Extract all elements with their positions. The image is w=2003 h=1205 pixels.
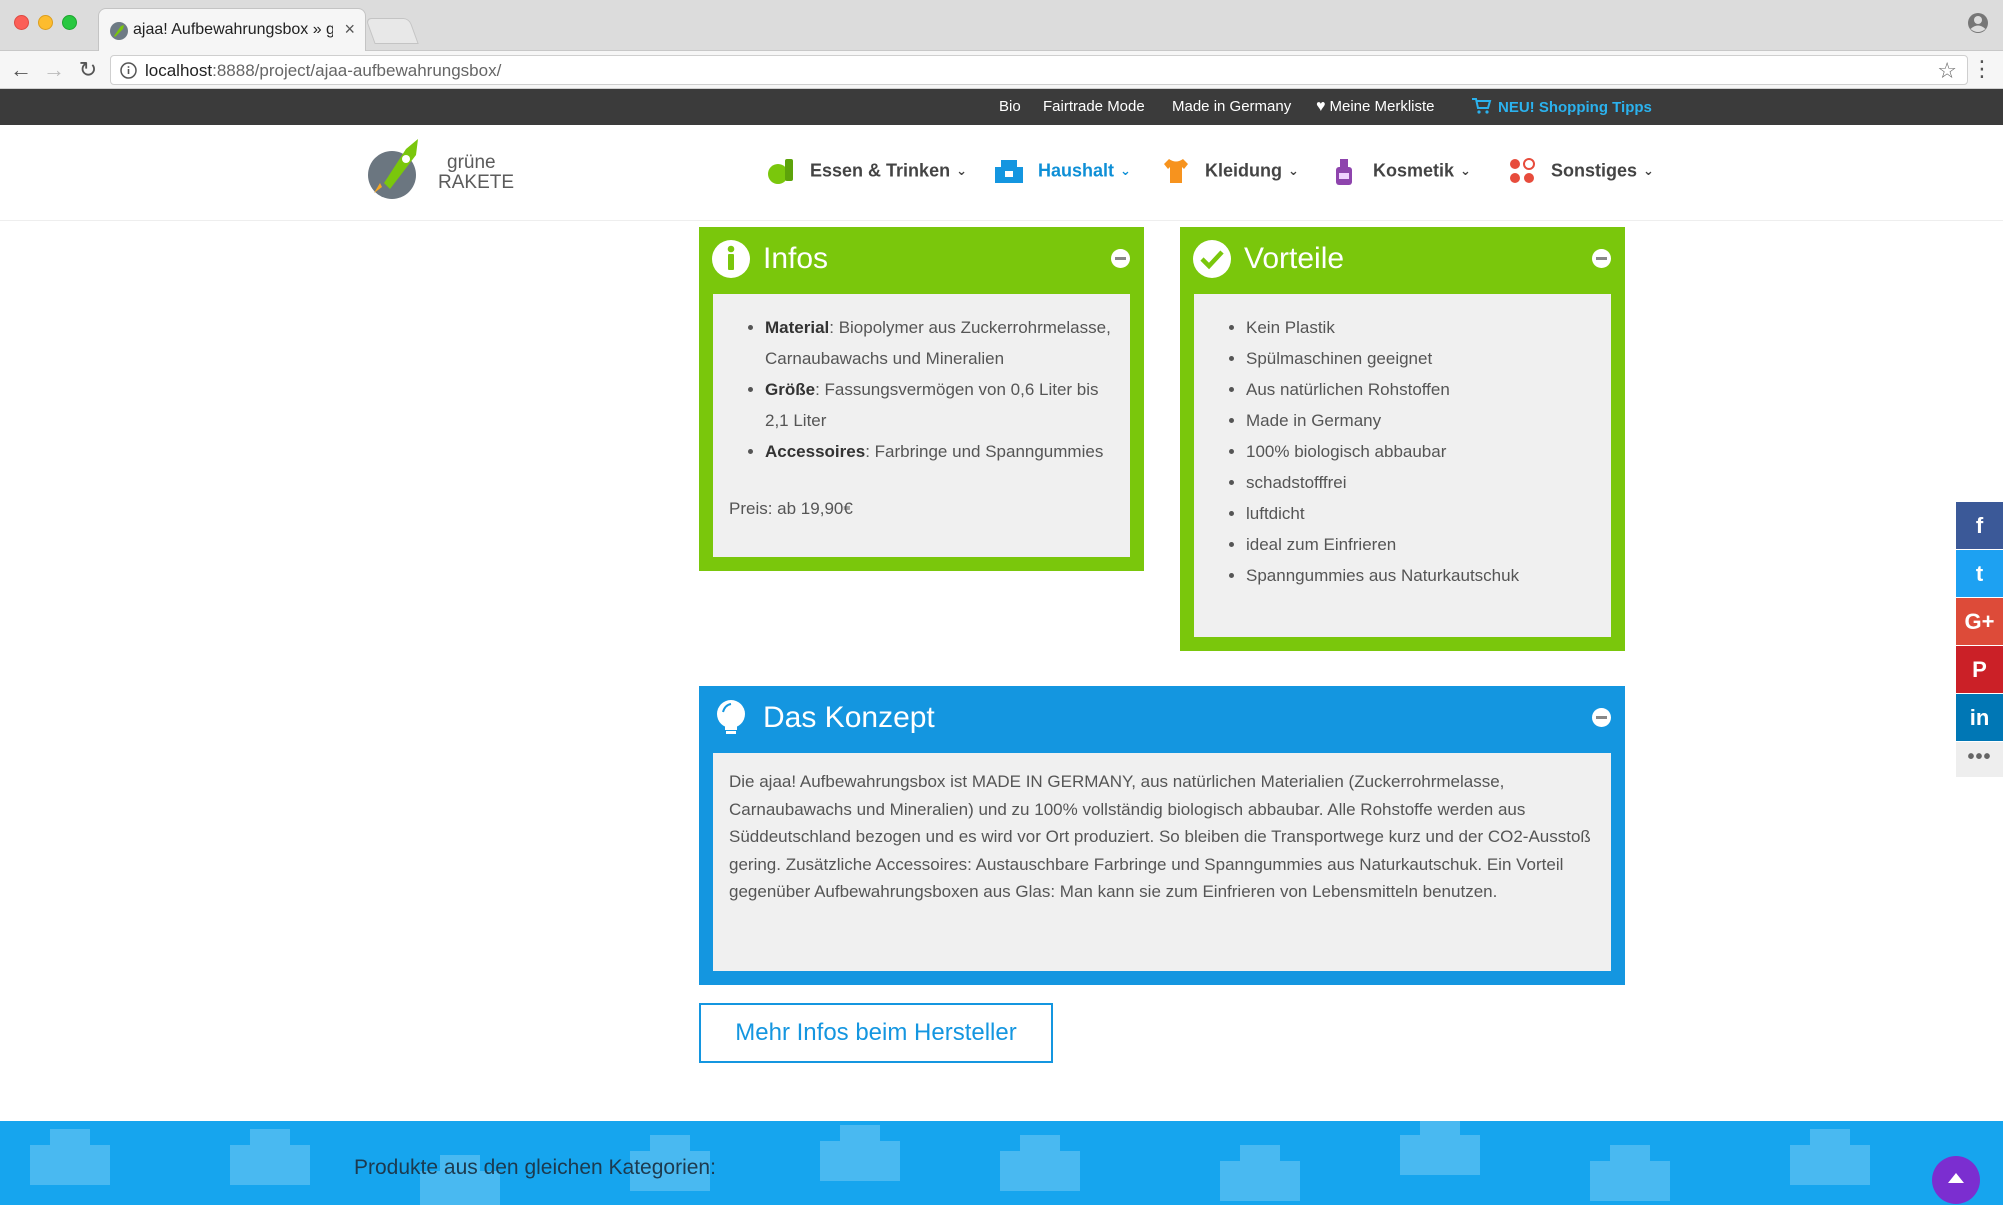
nav-item-kosmetik[interactable]: Kosmetik ⌄ bbox=[1328, 155, 1471, 189]
forward-arrow-icon[interactable]: → bbox=[42, 58, 66, 82]
konzept-title: Das Konzept bbox=[763, 701, 935, 734]
house-pattern-icon bbox=[230, 1129, 310, 1185]
info-icon bbox=[712, 240, 750, 278]
rocket-logo-icon bbox=[368, 139, 418, 199]
logo[interactable]: grüne RAKETE bbox=[366, 131, 514, 203]
chevron-down-icon: ⌄ bbox=[1643, 163, 1654, 178]
mehr-infos-button[interactable]: Mehr Infos beim Hersteller bbox=[699, 1003, 1053, 1063]
back-arrow-icon[interactable]: ← bbox=[9, 58, 33, 82]
list-item: Aus natürlichen Rohstoffen bbox=[1246, 374, 1595, 405]
pinterest-icon[interactable]: P bbox=[1956, 646, 2003, 693]
nav-item-kleidung[interactable]: Kleidung ⌄ bbox=[1160, 155, 1299, 189]
lightbulb-icon bbox=[717, 700, 745, 734]
site-topbar: Bio Fairtrade Mode Made in Germany ♥ Mein… bbox=[0, 89, 2003, 125]
price-text: Preis: ab 19,90€ bbox=[729, 499, 853, 518]
topbar-link-merkliste[interactable]: ♥ Meine Merkliste bbox=[1316, 98, 1435, 116]
house-pattern-icon bbox=[1590, 1145, 1670, 1201]
logo-text: grüne RAKETE bbox=[438, 152, 515, 193]
social-share-bar: f t G+ P in ••• bbox=[1956, 502, 2003, 778]
profile-icon[interactable] bbox=[1967, 12, 1989, 34]
list-item: 100% biologisch abbaubar bbox=[1246, 436, 1595, 467]
apple-icon bbox=[768, 159, 793, 184]
chevron-down-icon: ⌄ bbox=[1288, 163, 1299, 178]
list-item: schadstofffrei bbox=[1246, 467, 1595, 498]
window-close-button[interactable] bbox=[14, 15, 29, 30]
related-products-band: Produkte aus den gleichen Kategorien: bbox=[0, 1121, 2003, 1205]
checkmark-icon bbox=[1193, 240, 1231, 278]
address-bar[interactable]: localhost:8888/project/ajaa-aufbewahrung… bbox=[110, 55, 1968, 85]
collapse-icon[interactable] bbox=[1111, 249, 1130, 268]
topbar-link-shopping-tipps[interactable]: NEU! Shopping Tipps bbox=[1472, 98, 1652, 116]
tab-close-icon[interactable]: × bbox=[344, 19, 355, 40]
house-pattern-icon bbox=[30, 1129, 110, 1185]
facebook-icon[interactable]: f bbox=[1956, 502, 2003, 549]
more-share-icon[interactable]: ••• bbox=[1956, 742, 2003, 777]
chevron-down-icon: ⌄ bbox=[1120, 163, 1131, 178]
shirt-icon bbox=[1164, 159, 1188, 183]
vorteile-body: Kein Plastik Spülmaschinen geeignet Aus … bbox=[1194, 294, 1611, 637]
lotion-icon bbox=[1336, 159, 1352, 185]
window-minimize-button[interactable] bbox=[38, 15, 53, 30]
tab-title: ajaa! Aufbewahrungsbox » grü bbox=[133, 21, 333, 38]
scroll-to-top-button[interactable] bbox=[1932, 1156, 1980, 1204]
vorteile-title: Vorteile bbox=[1244, 242, 1345, 275]
topbar-link-fairtrade[interactable]: Fairtrade Mode bbox=[1043, 98, 1145, 115]
list-item: ideal zum Einfrieren bbox=[1246, 529, 1595, 560]
new-tab-button[interactable] bbox=[365, 18, 419, 44]
collapse-icon[interactable] bbox=[1592, 249, 1611, 268]
browser-toolbar: ← → ↻ localhost:8888/project/ajaa-aufbew… bbox=[0, 51, 2003, 89]
browser-menu-icon[interactable]: ⋮ bbox=[1971, 57, 1993, 81]
konzept-text: Die ajaa! Aufbewahrungsbox ist MADE IN G… bbox=[729, 772, 1591, 901]
list-item: luftdicht bbox=[1246, 498, 1595, 529]
infos-box: Infos Material: Biopolymer aus Zuckerroh… bbox=[699, 227, 1144, 571]
url-text[interactable]: localhost:8888/project/ajaa-aufbewahrung… bbox=[145, 61, 501, 81]
info-icon[interactable] bbox=[120, 62, 137, 79]
topbar-link-made-in-germany[interactable]: Made in Germany bbox=[1172, 98, 1291, 115]
chevron-down-icon: ⌄ bbox=[956, 163, 967, 178]
list-item: Größe: Fassungsvermögen von 0,6 Liter bi… bbox=[765, 374, 1114, 436]
chevron-down-icon: ⌄ bbox=[1460, 163, 1471, 178]
vorteile-box-header[interactable]: Vorteile bbox=[1180, 227, 1625, 294]
browser-tab-strip: ajaa! Aufbewahrungsbox » grü × bbox=[0, 0, 2003, 52]
browser-tab-active[interactable]: ajaa! Aufbewahrungsbox » grü × bbox=[98, 8, 366, 52]
house-pattern-icon bbox=[1000, 1135, 1080, 1191]
list-item: Spülmaschinen geeignet bbox=[1246, 343, 1595, 374]
related-products-title: Produkte aus den gleichen Kategorien: bbox=[354, 1156, 716, 1179]
site-header: grüne RAKETE Essen & Trinken ⌄ Haushalt ⌄ … bbox=[0, 125, 2003, 221]
window-zoom-button[interactable] bbox=[62, 15, 77, 30]
reload-icon[interactable]: ↻ bbox=[76, 58, 100, 82]
topbar-link-bio[interactable]: Bio bbox=[999, 98, 1021, 115]
collapse-icon[interactable] bbox=[1592, 708, 1611, 727]
house-icon bbox=[995, 160, 1023, 183]
infos-title: Infos bbox=[763, 242, 829, 275]
dots-icon bbox=[1510, 158, 1535, 183]
nav-item-sonstiges[interactable]: Sonstiges ⌄ bbox=[1506, 155, 1654, 189]
house-pattern-icon bbox=[1790, 1129, 1870, 1185]
house-pattern-icon bbox=[820, 1125, 900, 1181]
infos-box-header[interactable]: Infos bbox=[699, 227, 1144, 294]
cart-icon bbox=[1472, 98, 1492, 114]
linkedin-icon[interactable]: in bbox=[1956, 694, 2003, 741]
bookmark-star-icon[interactable]: ☆ bbox=[1937, 58, 1957, 84]
infos-body: Material: Biopolymer aus Zuckerrohrmelas… bbox=[713, 294, 1130, 557]
list-item: Accessoires: Farbringe und Spanngummies bbox=[765, 436, 1114, 467]
house-pattern-icon bbox=[1220, 1145, 1300, 1201]
konzept-box-header[interactable]: Das Konzept bbox=[699, 686, 1625, 753]
google-plus-icon[interactable]: G+ bbox=[1956, 598, 2003, 645]
vorteile-box: Vorteile Kein Plastik Spülmaschinen geei… bbox=[1180, 227, 1625, 651]
list-item: Material: Biopolymer aus Zuckerrohrmelas… bbox=[765, 312, 1114, 374]
list-item: Kein Plastik bbox=[1246, 312, 1595, 343]
nav-item-essen-trinken[interactable]: Essen & Trinken ⌄ bbox=[765, 155, 967, 189]
nav-item-haushalt[interactable]: Haushalt ⌄ bbox=[993, 155, 1131, 189]
rocket-favicon-icon bbox=[110, 22, 128, 40]
heart-icon: ♥ bbox=[1316, 98, 1326, 115]
konzept-box: Das Konzept Die ajaa! Aufbewahrungsbox i… bbox=[699, 686, 1625, 985]
house-pattern-icon bbox=[1400, 1121, 1480, 1175]
twitter-icon[interactable]: t bbox=[1956, 550, 2003, 597]
list-item: Spanngummies aus Naturkautschuk bbox=[1246, 560, 1595, 591]
list-item: Made in Germany bbox=[1246, 405, 1595, 436]
